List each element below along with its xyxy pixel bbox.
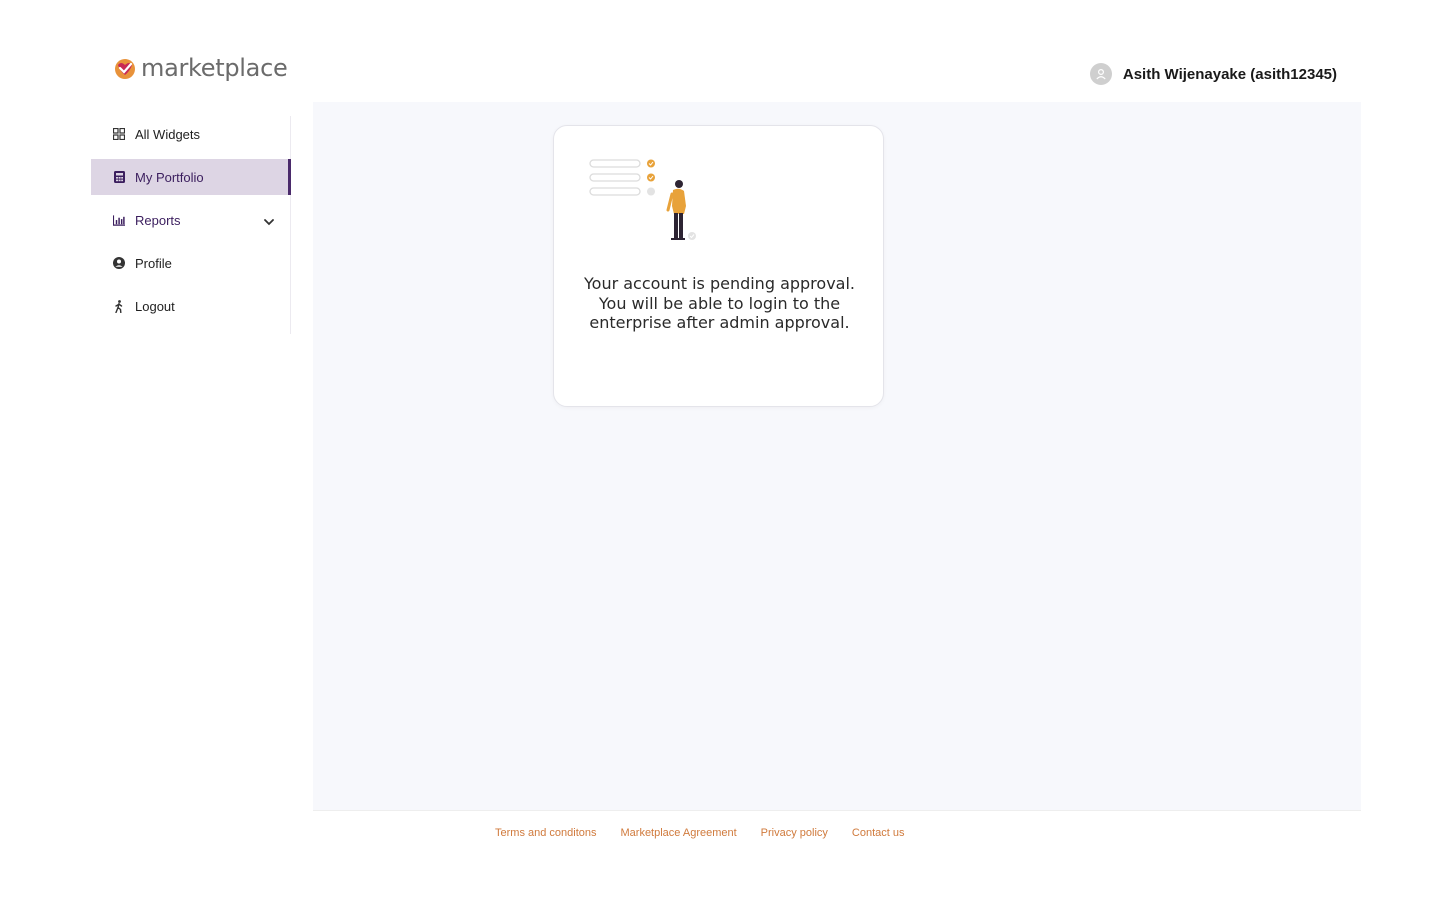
- marketplace-logo-icon: [115, 59, 135, 79]
- pending-approval-message: Your account is pending approval. You wi…: [584, 274, 855, 333]
- sidebar-item-label: My Portfolio: [135, 169, 204, 185]
- sidebar-item-label: All Widgets: [135, 126, 201, 142]
- user-circle-icon: [113, 257, 125, 269]
- sidebar: marketplace All Widgets My Portfolio Rep…: [0, 0, 313, 900]
- top-header: Asith Wijenayake (asith12345): [313, 51, 1361, 102]
- sidebar-item-all-widgets[interactable]: All Widgets: [91, 116, 290, 152]
- sidebar-item-label: Profile: [135, 255, 172, 271]
- pending-approval-card: Your account is pending approval. You wi…: [553, 125, 884, 407]
- footer-link-terms[interactable]: Terms and conditons: [495, 827, 597, 839]
- calculator-icon: [113, 171, 125, 183]
- footer: Terms and conditons Marketplace Agreemen…: [313, 810, 1361, 848]
- sidebar-item-my-portfolio[interactable]: My Portfolio: [91, 159, 291, 195]
- grid-icon: [113, 128, 125, 140]
- sidebar-item-label: Reports: [135, 212, 181, 228]
- sidebar-item-reports[interactable]: Reports: [91, 202, 290, 238]
- brand-logo[interactable]: marketplace: [113, 54, 288, 82]
- bar-chart-icon: [113, 214, 125, 226]
- user-menu[interactable]: Asith Wijenayake (asith12345): [1089, 63, 1337, 85]
- sidebar-item-label: Logout: [135, 298, 175, 314]
- chevron-down-icon[interactable]: [264, 214, 274, 229]
- footer-link-contact-us[interactable]: Contact us: [852, 827, 905, 839]
- sidebar-item-logout[interactable]: Logout: [91, 288, 290, 324]
- main-content: Your account is pending approval. You wi…: [313, 102, 1361, 810]
- user-avatar-icon: [1089, 63, 1112, 85]
- person-checklist-illustration: [589, 159, 696, 240]
- sidebar-item-profile[interactable]: Profile: [91, 245, 290, 281]
- sidebar-nav: All Widgets My Portfolio Reports Profile: [91, 116, 291, 334]
- footer-link-privacy-policy[interactable]: Privacy policy: [761, 827, 828, 839]
- footer-links: Terms and conditons Marketplace Agreemen…: [495, 827, 929, 839]
- footer-link-marketplace-agreement[interactable]: Marketplace Agreement: [621, 827, 737, 839]
- brand-name: marketplace: [141, 54, 288, 82]
- user-name: Asith Wijenayake (asith12345): [1122, 65, 1337, 83]
- walking-person-icon: [113, 299, 125, 313]
